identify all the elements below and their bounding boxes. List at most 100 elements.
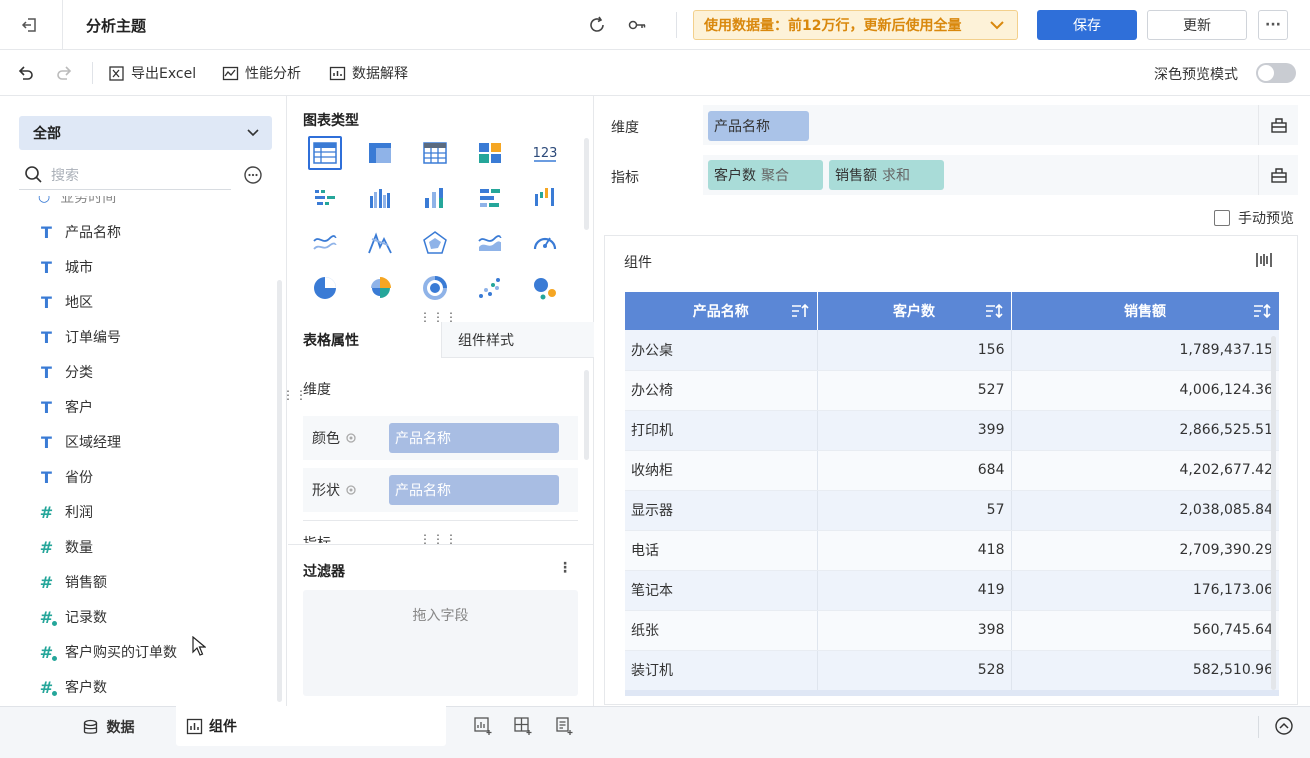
scatter-icon[interactable] bbox=[473, 271, 507, 305]
checkbox[interactable] bbox=[1214, 210, 1230, 226]
table-row[interactable]: 装订机 528 582,510.96 bbox=[625, 650, 1279, 691]
rose-icon[interactable] bbox=[363, 271, 397, 305]
more-options-icon[interactable] bbox=[243, 165, 263, 185]
table-row[interactable]: 笔记本 419 176,173.06 bbox=[625, 570, 1279, 611]
manual-preview-checkbox[interactable]: 手动预览 bbox=[1214, 208, 1294, 228]
field-item[interactable]: T 城市 bbox=[38, 252, 93, 282]
drag-handle-icon[interactable]: ⋮⋮⋮ bbox=[419, 533, 458, 545]
filter-more-icon[interactable]: ⋮ bbox=[558, 560, 572, 576]
field-item[interactable]: T 区域经理 bbox=[38, 427, 121, 457]
performance-analysis-button[interactable]: 性能分析 bbox=[222, 63, 301, 83]
table-row[interactable]: 显示器 57 2,038,085.84 bbox=[625, 490, 1279, 531]
banner-text: 使用数据量：前12万行，更新后使用全量 bbox=[704, 18, 962, 34]
field-item[interactable]: T 客户 bbox=[38, 392, 93, 422]
scrollbar[interactable] bbox=[277, 280, 282, 702]
add-dashboard-icon[interactable] bbox=[513, 716, 533, 736]
field-category-select[interactable]: 全部 bbox=[19, 116, 272, 150]
shelf-settings-icon[interactable] bbox=[1258, 105, 1298, 145]
sort-icon[interactable] bbox=[791, 303, 809, 319]
star-line-icon[interactable] bbox=[363, 226, 397, 260]
measure-field-pill[interactable]: 客户数 聚合 bbox=[708, 160, 823, 190]
dimension-shelf[interactable]: 产品名称 bbox=[703, 105, 1258, 145]
shelf-settings-icon[interactable] bbox=[1258, 155, 1298, 195]
divider bbox=[1258, 716, 1259, 738]
stacked-column-icon[interactable] bbox=[418, 181, 452, 215]
tab-data[interactable]: 数据 bbox=[40, 706, 176, 748]
measure-field-pill[interactable]: 销售额 求和 bbox=[829, 160, 944, 190]
bar-icon[interactable] bbox=[473, 181, 507, 215]
dimension-field-pill[interactable]: 产品名称 bbox=[708, 111, 809, 141]
tab-component[interactable]: 组件 bbox=[176, 706, 446, 746]
table-cell: 笔记本 bbox=[625, 570, 817, 611]
sort-icon[interactable] bbox=[985, 303, 1003, 319]
radar-icon[interactable] bbox=[418, 226, 452, 260]
gear-icon[interactable] bbox=[345, 484, 357, 496]
table-row[interactable]: 办公桌 156 1,789,437.15 bbox=[625, 330, 1279, 371]
column-icon[interactable] bbox=[363, 181, 397, 215]
scrollbar[interactable] bbox=[1271, 336, 1276, 690]
key-icon[interactable] bbox=[624, 12, 650, 38]
shape-field-pill[interactable]: 产品名称 bbox=[389, 475, 559, 505]
collapse-up-icon[interactable] bbox=[1274, 716, 1294, 736]
line-icon[interactable] bbox=[308, 226, 342, 260]
color-field-pill[interactable]: 产品名称 bbox=[389, 423, 559, 453]
tab-component-style[interactable]: 组件样式 bbox=[441, 322, 594, 358]
number-icon[interactable]: 123 bbox=[528, 136, 562, 170]
field-item[interactable]: T 订单编号 bbox=[38, 322, 121, 352]
waterfall-icon[interactable] bbox=[528, 181, 562, 215]
gear-icon[interactable] bbox=[345, 432, 357, 444]
field-item[interactable]: # 客户购买的订单数 bbox=[38, 637, 177, 667]
field-item[interactable]: T 分类 bbox=[38, 357, 93, 387]
scrollbar[interactable] bbox=[584, 370, 589, 460]
data-volume-banner[interactable]: 使用数据量：前12万行，更新后使用全量 bbox=[693, 10, 1018, 40]
dark-preview-toggle[interactable] bbox=[1256, 63, 1296, 83]
detail-table-icon[interactable] bbox=[418, 136, 452, 170]
field-item[interactable]: # 记录数 bbox=[38, 602, 107, 632]
table-row[interactable]: 办公椅 527 4,006,124.36 bbox=[625, 370, 1279, 411]
table-row[interactable]: 打印机 399 2,866,525.51 bbox=[625, 410, 1279, 451]
refresh-icon[interactable] bbox=[584, 12, 610, 38]
field-item[interactable]: # 数量 bbox=[38, 532, 93, 562]
ring-icon[interactable] bbox=[418, 271, 452, 305]
field-item[interactable]: # 客户数 bbox=[38, 672, 107, 702]
grouped-bar-icon[interactable] bbox=[308, 181, 342, 215]
undo-icon[interactable] bbox=[12, 60, 38, 86]
add-report-icon[interactable] bbox=[554, 716, 574, 736]
data-explain-button[interactable]: 数据解释 bbox=[329, 63, 408, 83]
column-header[interactable]: 客户数 bbox=[817, 292, 1012, 330]
pie-icon[interactable] bbox=[308, 271, 342, 305]
tab-table-properties[interactable]: 表格属性 bbox=[288, 322, 441, 358]
column-header[interactable]: 销售额 bbox=[1011, 292, 1280, 330]
panel-resize-handle-icon[interactable]: ⋮⋮ bbox=[282, 389, 308, 401]
update-button[interactable]: 更新 bbox=[1147, 10, 1247, 40]
exit-icon[interactable] bbox=[16, 13, 44, 37]
gauge-icon[interactable] bbox=[528, 226, 562, 260]
table-row[interactable]: 电话 418 2,709,390.29 bbox=[625, 530, 1279, 571]
text-field-icon: T bbox=[41, 432, 52, 452]
more-button[interactable]: ··· bbox=[1258, 10, 1288, 40]
measure-shelf[interactable]: 客户数 聚合 销售额 求和 bbox=[703, 155, 1258, 195]
export-excel-button[interactable]: 导出Excel bbox=[108, 63, 196, 83]
field-search-input[interactable]: 搜索 bbox=[19, 160, 231, 190]
scrollbar[interactable] bbox=[584, 138, 589, 230]
field-item[interactable]: # 销售额 bbox=[38, 567, 107, 597]
bubble-icon[interactable] bbox=[528, 271, 562, 305]
kpi-card-icon[interactable] bbox=[473, 136, 507, 170]
drag-handle-icon[interactable]: ⋮⋮⋮ bbox=[419, 311, 458, 323]
sort-icon[interactable] bbox=[1253, 303, 1271, 319]
table-row[interactable]: 收纳柜 684 4,202,677.42 bbox=[625, 450, 1279, 491]
field-item[interactable]: # 利润 bbox=[38, 497, 93, 527]
cross-table-icon[interactable] bbox=[363, 136, 397, 170]
table-icon[interactable] bbox=[308, 136, 342, 170]
column-header[interactable]: 产品名称 bbox=[625, 292, 818, 330]
redo-icon[interactable] bbox=[52, 60, 78, 86]
add-component-icon[interactable] bbox=[473, 716, 493, 736]
field-item[interactable]: T 产品名称 bbox=[38, 217, 121, 247]
save-button[interactable]: 保存 bbox=[1037, 10, 1137, 40]
field-item[interactable]: T 地区 bbox=[38, 287, 93, 317]
column-width-icon[interactable] bbox=[1255, 251, 1273, 269]
area-icon[interactable] bbox=[473, 226, 507, 260]
table-row[interactable]: 纸张 398 560,745.64 bbox=[625, 610, 1279, 651]
field-item[interactable]: T 省份 bbox=[38, 462, 93, 492]
filter-drop-zone[interactable]: 拖入字段 bbox=[303, 590, 578, 696]
